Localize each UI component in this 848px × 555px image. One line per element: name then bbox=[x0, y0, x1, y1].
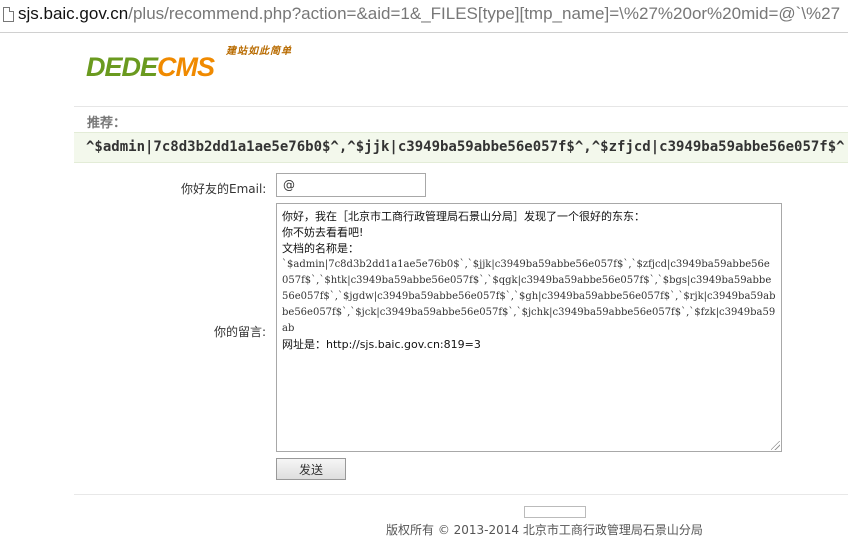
url-path: /plus/recommend.php?action=&aid=1&_FILES… bbox=[128, 4, 841, 23]
logo-cms: CMS bbox=[157, 52, 215, 82]
address-bar[interactable]: sjs.baic.gov.cn/plus/recommend.php?actio… bbox=[0, 0, 848, 33]
copyright-text: 版权所有 © 2013-2014 北京市工商行政管理局石景山分局 bbox=[386, 523, 703, 537]
dedecms-logo[interactable]: 建站如此简单 DEDECMS bbox=[86, 42, 302, 86]
message-line: 文档的名称是： bbox=[282, 242, 359, 255]
recommend-title: ^$admin|7c8d3b2dd1a1ae5e76b0$^,^$jjk|c39… bbox=[86, 139, 845, 155]
recommend-title-bar: ^$admin|7c8d3b2dd1a1ae5e76b0$^,^$jjk|c39… bbox=[74, 132, 848, 163]
url-host: sjs.baic.gov.cn bbox=[18, 4, 129, 23]
message-document-names: `$admin|7c8d3b2dd1a1ae5e76b0$`,`$jjk|c39… bbox=[282, 259, 776, 334]
email-field[interactable] bbox=[276, 173, 426, 197]
message-label: 你的留言: bbox=[214, 325, 267, 339]
footer-box bbox=[524, 506, 586, 518]
page-icon bbox=[3, 7, 14, 22]
divider bbox=[74, 494, 848, 495]
message-line: 你不妨去看看吧! bbox=[282, 226, 364, 239]
logo-wordmark: DEDECMS bbox=[86, 52, 215, 83]
resize-grip-icon[interactable] bbox=[771, 441, 780, 450]
recommend-label: 推荐： bbox=[87, 116, 127, 131]
message-url-line: 网址是：http://sjs.baic.gov.cn:819=3 bbox=[282, 338, 481, 351]
logo-slogan: 建站如此简单 bbox=[226, 46, 292, 57]
url-text[interactable]: sjs.baic.gov.cn/plus/recommend.php?actio… bbox=[18, 4, 840, 24]
send-button[interactable]: 发送 bbox=[276, 458, 346, 480]
message-line: 你好，我在［北京市工商行政管理局石景山分局］发现了一个很好的东东： bbox=[282, 210, 645, 223]
divider bbox=[74, 106, 848, 107]
message-textarea[interactable]: 你好，我在［北京市工商行政管理局石景山分局］发现了一个很好的东东： 你不妨去看看… bbox=[276, 203, 782, 452]
email-label: 你好友的Email: bbox=[181, 182, 267, 196]
logo-dede: DEDE bbox=[86, 52, 158, 82]
